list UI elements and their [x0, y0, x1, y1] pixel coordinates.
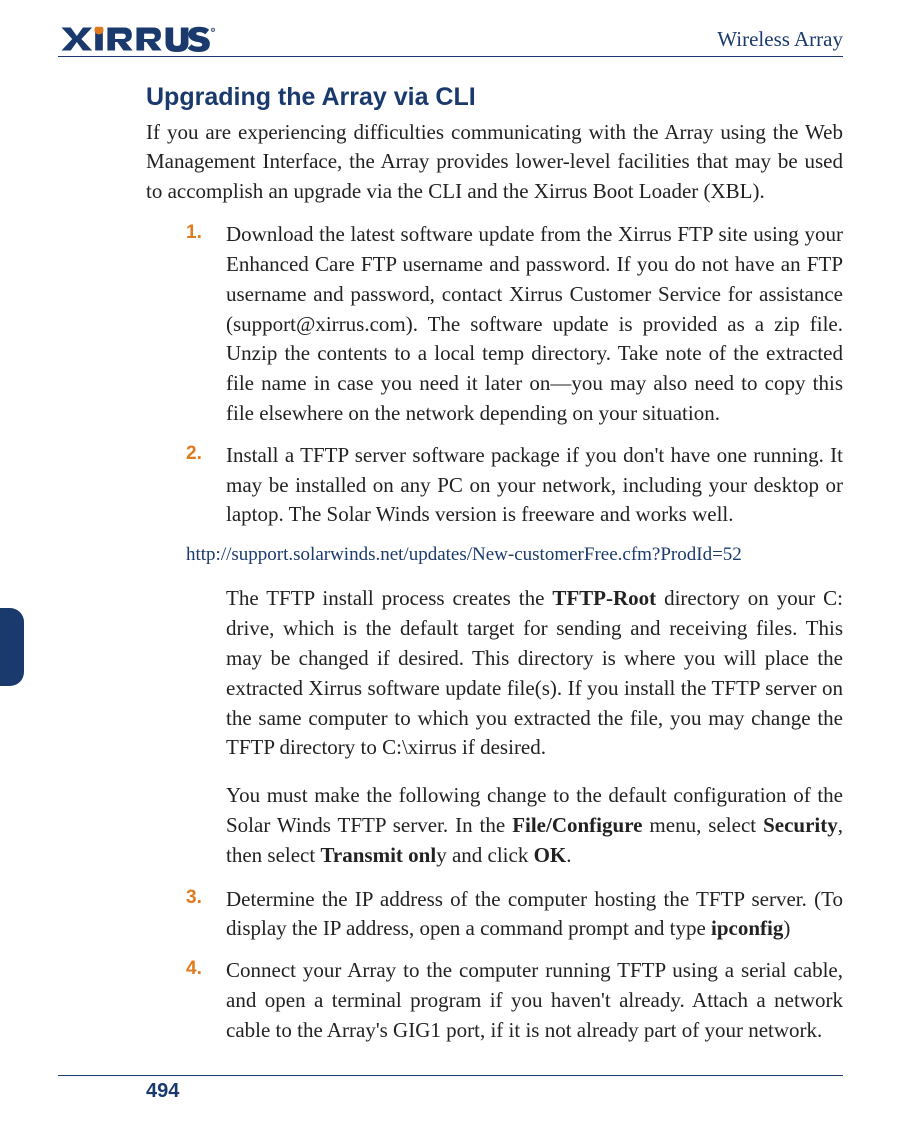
bold-file-configure: File/Configure — [512, 813, 642, 837]
page-footer: 494 — [58, 1075, 843, 1103]
text-fragment: menu, select — [642, 813, 763, 837]
bold-tftp-root: TFTP-Root — [552, 586, 656, 610]
footer-rule — [58, 1075, 843, 1076]
step-1: 1. Download the latest software update f… — [186, 220, 843, 429]
step-text: Download the latest software update from… — [226, 220, 843, 429]
solarwinds-link[interactable]: http://support.solarwinds.net/updates/Ne… — [186, 544, 843, 566]
brand-logo: R — [58, 26, 218, 52]
ordered-steps: 1. Download the latest software update f… — [186, 220, 843, 530]
xirrus-logo-icon: R — [58, 26, 218, 52]
text-fragment: The TFTP install process creates the — [226, 586, 552, 610]
page-title: Upgrading the Array via CLI — [146, 83, 843, 112]
step-2-detail-b: You must make the following change to th… — [226, 781, 843, 870]
intro-paragraph: If you are experiencing difficulties com… — [146, 118, 843, 206]
page-number: 494 — [146, 1080, 843, 1103]
step-text: Determine the IP address of the computer… — [226, 885, 843, 945]
bold-ipconfig: ipconfig — [711, 916, 783, 940]
step-number: 2. — [186, 441, 226, 530]
step-text: Install a TFTP server software package i… — [226, 441, 843, 530]
step-2-detail-a: The TFTP install process creates the TFT… — [226, 584, 843, 763]
header-product-name: Wireless Array — [717, 27, 843, 52]
text-fragment: y and click — [436, 843, 533, 867]
step-number: 3. — [186, 885, 226, 945]
step-text: Connect your Array to the computer runni… — [226, 956, 843, 1045]
text-fragment: ) — [783, 916, 790, 940]
bold-transmit-only: Transmit onl — [320, 843, 436, 867]
side-thumb-tab — [0, 608, 24, 686]
bold-ok: OK — [534, 843, 567, 867]
text-fragment: . — [566, 843, 571, 867]
step-3: 3. Determine the IP address of the compu… — [186, 885, 843, 945]
step-number: 4. — [186, 956, 226, 1045]
step-2: 2. Install a TFTP server software packag… — [186, 441, 843, 530]
step-number: 1. — [186, 220, 226, 429]
bold-security: Security — [763, 813, 838, 837]
text-fragment: directory on your C: drive, which is the… — [226, 586, 843, 759]
page-header: R Wireless Array — [58, 26, 843, 57]
ordered-steps-cont: 3. Determine the IP address of the compu… — [186, 885, 843, 1046]
step-4: 4. Connect your Array to the computer ru… — [186, 956, 843, 1045]
